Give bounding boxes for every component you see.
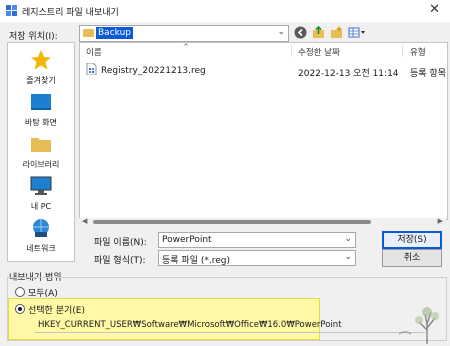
- places-bar: 즐겨찾기 바탕 화면 라이브러리 내 PC 네트워크: [7, 42, 75, 262]
- filetype-select[interactable]: 등록 파일 (*.reg) ⌄: [158, 250, 356, 266]
- scroll-left-icon[interactable]: ◀: [82, 217, 87, 225]
- radio-all[interactable]: [15, 287, 25, 297]
- file-list[interactable]: ^ 이름 수정한 날짜 유형 Registry_20221213.reg 202…: [79, 42, 448, 220]
- scroll-thumb[interactable]: [93, 220, 371, 224]
- window-title: 레지스트리 파일 내보내기: [22, 8, 119, 18]
- filetype-value: 등록 파일 (*.reg): [162, 256, 230, 266]
- lookin-label: 저장 위치(I):: [9, 32, 58, 42]
- title-bar: 레지스트리 파일 내보내기 ✕: [0, 0, 450, 22]
- watermark-logo: [398, 307, 439, 344]
- chevron-down-icon[interactable]: ⌄: [344, 252, 352, 262]
- folder-icon: [83, 29, 94, 37]
- column-header-date[interactable]: 수정한 날짜: [298, 46, 340, 58]
- lookin-combo[interactable]: Backup ⌄: [79, 25, 289, 42]
- branch-path-value: HKEY_CURRENT_USER₩Software₩Microsoft₩Off…: [38, 320, 342, 330]
- close-icon[interactable]: ✕: [429, 2, 440, 17]
- radio-selected-branch[interactable]: [15, 304, 25, 314]
- chevron-down-icon[interactable]: ⌄: [277, 27, 285, 37]
- cancel-button[interactable]: 취소: [382, 249, 442, 267]
- save-button[interactable]: 저장(S): [382, 231, 442, 249]
- star-icon: [31, 50, 51, 70]
- horizontal-scrollbar[interactable]: ◀ ▶: [79, 217, 446, 226]
- filename-label: 파일 이름(N):: [94, 238, 147, 248]
- library-folder-icon: [31, 138, 51, 152]
- scroll-right-icon[interactable]: ▶: [438, 217, 443, 225]
- branch-path-field[interactable]: HKEY_CURRENT_USER₩Software₩Microsoft₩Off…: [35, 318, 425, 333]
- back-icon[interactable]: [294, 26, 307, 39]
- file-date: 2022-12-13 오전 11:14: [298, 69, 399, 79]
- place-label: 내 PC: [30, 202, 52, 211]
- desktop-icon: [31, 94, 51, 110]
- place-label: 라이브러리: [22, 160, 60, 169]
- view-menu-icon[interactable]: [348, 26, 366, 39]
- new-folder-icon[interactable]: [330, 26, 343, 39]
- filetype-label: 파일 형식(T):: [94, 256, 146, 266]
- filename-input[interactable]: PowerPoint ⌄: [158, 232, 356, 248]
- up-folder-icon[interactable]: [312, 26, 325, 39]
- radio-all-label[interactable]: 모두(A): [28, 286, 58, 299]
- sort-caret-icon: ^: [183, 43, 189, 51]
- column-divider[interactable]: [291, 45, 292, 57]
- file-type: 등록 항목: [410, 69, 446, 79]
- column-header-name[interactable]: 이름: [86, 46, 102, 58]
- computer-icon: [30, 176, 52, 195]
- network-icon: [33, 219, 49, 237]
- column-divider[interactable]: [402, 45, 403, 57]
- column-header-type[interactable]: 유형: [410, 46, 426, 58]
- filename-value: PowerPoint: [162, 235, 212, 245]
- lookin-value: Backup: [96, 27, 133, 39]
- file-name: Registry_20221213.reg: [101, 66, 206, 76]
- place-label: 네트워크: [26, 244, 56, 253]
- place-label: 바탕 화면: [25, 118, 57, 127]
- radio-selected-label[interactable]: 선택한 분기(E): [28, 303, 85, 316]
- registry-file-icon: [86, 63, 97, 75]
- chevron-down-icon[interactable]: ⌄: [344, 234, 352, 244]
- place-label: 즐겨찾기: [26, 76, 56, 85]
- registry-app-icon: [6, 5, 17, 16]
